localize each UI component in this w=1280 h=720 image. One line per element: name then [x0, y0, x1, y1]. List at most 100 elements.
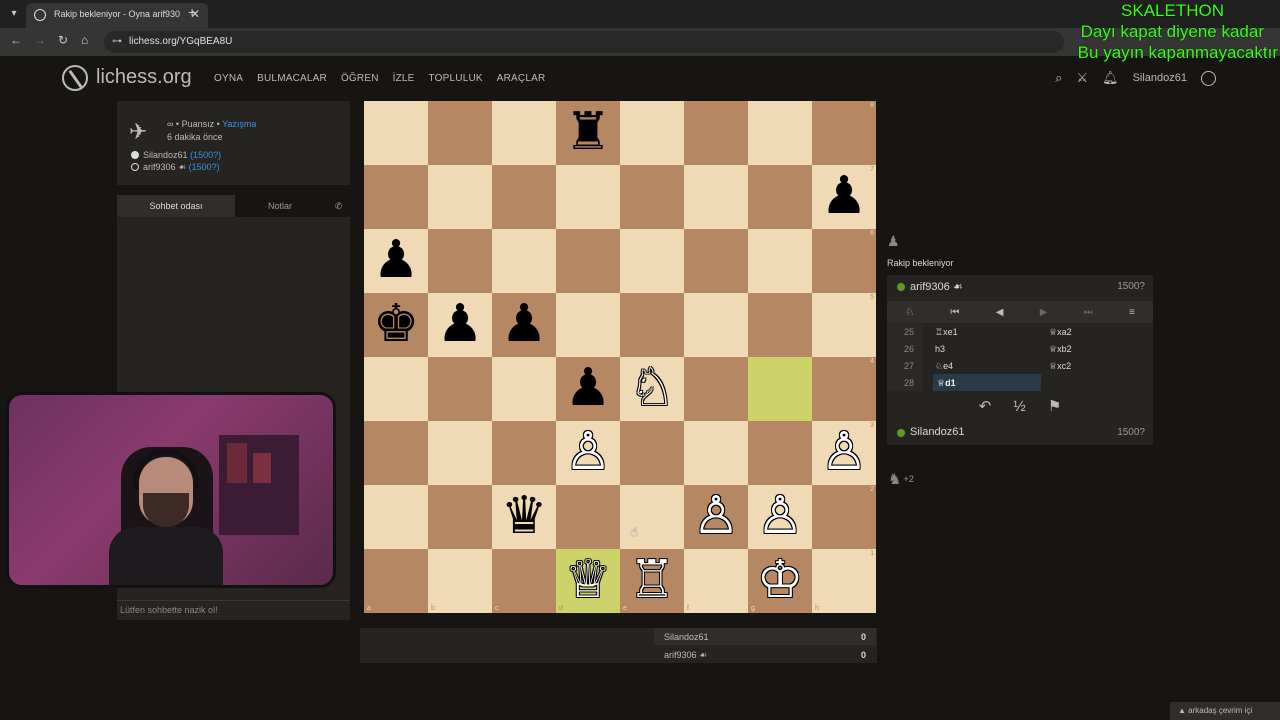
reload-button[interactable]: ↻ — [58, 33, 68, 47]
forward-button[interactable]: → — [34, 33, 46, 47]
square-c5[interactable]: ♟ — [492, 293, 556, 357]
square-d6[interactable] — [556, 229, 620, 293]
white-piece-e1[interactable]: ♖ — [620, 549, 684, 613]
game-player-white[interactable]: Silandoz61 (1500?) — [131, 150, 221, 160]
white-piece-g1[interactable]: ♔ — [748, 549, 812, 613]
browser-tab[interactable]: Rakip bekleniyor - Oyna arif930 ✕ — [26, 3, 208, 28]
square-a1[interactable]: a — [364, 549, 428, 613]
black-piece-b5[interactable]: ♟ — [428, 293, 492, 357]
square-c7[interactable] — [492, 165, 556, 229]
square-c3[interactable] — [492, 421, 556, 485]
white-piece-g2[interactable]: ♙ — [748, 485, 812, 549]
square-b1[interactable]: b — [428, 549, 492, 613]
user-avatar-icon[interactable] — [1201, 70, 1216, 86]
square-g8[interactable] — [748, 101, 812, 165]
square-h7[interactable]: 7 ♟ — [812, 165, 876, 229]
square-a2[interactable] — [364, 485, 428, 549]
black-move[interactable]: ♕xb2 — [1049, 344, 1072, 355]
prev-move-icon[interactable]: ◀ — [996, 307, 1004, 318]
square-f6[interactable] — [684, 229, 748, 293]
square-f2[interactable]: ♙ — [684, 485, 748, 549]
square-d1[interactable]: d ♕ — [556, 549, 620, 613]
square-f1[interactable]: f — [684, 549, 748, 613]
black-piece-d8[interactable]: ♜ — [556, 101, 620, 165]
square-d5[interactable] — [556, 293, 620, 357]
square-h3[interactable]: 3 ♙ — [812, 421, 876, 485]
square-c4[interactable] — [492, 357, 556, 421]
square-h1[interactable]: 1h — [812, 549, 876, 613]
black-piece-a5[interactable]: ♚ — [364, 293, 428, 357]
nav-play[interactable]: OYNA — [214, 73, 243, 84]
square-d8[interactable]: ♜ — [556, 101, 620, 165]
chess-board[interactable]: ♜ 8 7 ♟ ♟ 6 ♚ ♟ ♟ 5 ♟ ♘ 4 ♙ 3 ♙ ♛ ♙ ♙ 2 a b c d ♕ e ♖ f g ♔ 1 h — [364, 101, 876, 613]
square-b7[interactable] — [428, 165, 492, 229]
square-e6[interactable] — [620, 229, 684, 293]
black-piece-c5[interactable]: ♟ — [492, 293, 556, 357]
square-c8[interactable] — [492, 101, 556, 165]
black-move[interactable]: ♕xc2 — [1049, 361, 1071, 372]
nav-learn[interactable]: ÖĞREN — [341, 73, 379, 84]
square-b5[interactable]: ♟ — [428, 293, 492, 357]
takeback-icon[interactable]: ↶ — [979, 397, 992, 415]
white-move[interactable]: ♘e4 — [935, 361, 953, 372]
square-a4[interactable] — [364, 357, 428, 421]
square-a5[interactable]: ♚ — [364, 293, 428, 357]
square-b3[interactable] — [428, 421, 492, 485]
swords-icon[interactable]: ⚔ — [1076, 70, 1088, 86]
nav-community[interactable]: TOPLULUK — [429, 73, 483, 84]
next-move-icon[interactable]: ▶ — [1040, 307, 1048, 318]
square-a3[interactable] — [364, 421, 428, 485]
square-c1[interactable]: c — [492, 549, 556, 613]
white-move[interactable]: ♖xe1 — [935, 327, 958, 338]
nav-tools[interactable]: ARAÇLAR — [497, 73, 546, 84]
square-e4[interactable]: ♘ — [620, 357, 684, 421]
bell-icon[interactable]: 🔔︎ — [1102, 70, 1119, 86]
square-g7[interactable] — [748, 165, 812, 229]
new-tab-button[interactable]: + — [188, 4, 196, 20]
square-f7[interactable] — [684, 165, 748, 229]
square-g5[interactable] — [748, 293, 812, 357]
correspondence-link[interactable]: Yazışma — [222, 119, 256, 129]
square-e1[interactable]: e ♖ — [620, 549, 684, 613]
tab-search-button[interactable]: ▾ — [4, 4, 24, 24]
white-move[interactable]: h3 — [935, 344, 945, 354]
score-player-name[interactable]: arif9306 ☙ — [664, 650, 707, 661]
back-button[interactable]: ← — [10, 33, 22, 47]
square-b2[interactable] — [428, 485, 492, 549]
square-g3[interactable] — [748, 421, 812, 485]
square-d2[interactable] — [556, 485, 620, 549]
first-move-icon[interactable]: ⏮ — [950, 307, 959, 318]
square-b4[interactable] — [428, 357, 492, 421]
site-info-icon[interactable]: ⊶ — [112, 36, 122, 47]
current-move[interactable]: ♕d1 — [933, 374, 1041, 391]
white-piece-d3[interactable]: ♙ — [556, 421, 620, 485]
player-name[interactable]: Silandoz61 — [910, 426, 964, 438]
square-g1[interactable]: g ♔ — [748, 549, 812, 613]
offer-draw-icon[interactable]: ½ — [1013, 398, 1026, 415]
white-piece-e4[interactable]: ♘ — [620, 357, 684, 421]
black-piece-a6[interactable]: ♟ — [364, 229, 428, 293]
user-menu[interactable]: Silandoz61 — [1133, 72, 1187, 84]
nav-watch[interactable]: İZLE — [393, 73, 415, 84]
black-piece-c2[interactable]: ♛ — [492, 485, 556, 549]
square-g2[interactable]: ♙ — [748, 485, 812, 549]
url-field[interactable]: ⊶ lichess.org/YGqBEA8U — [104, 31, 1064, 53]
home-button[interactable]: ⌂ — [81, 33, 88, 47]
square-e8[interactable] — [620, 101, 684, 165]
square-c2[interactable]: ♛ — [492, 485, 556, 549]
square-f8[interactable] — [684, 101, 748, 165]
square-c6[interactable] — [492, 229, 556, 293]
nav-puzzles[interactable]: BULMACALAR — [257, 73, 327, 84]
tab-chat-room[interactable]: Sohbet odası — [117, 195, 235, 217]
square-f4[interactable] — [684, 357, 748, 421]
square-e5[interactable] — [620, 293, 684, 357]
square-g6[interactable] — [748, 229, 812, 293]
square-d7[interactable] — [556, 165, 620, 229]
tab-notes[interactable]: Notlar — [235, 195, 325, 217]
chat-input[interactable]: Lütfen sohbette nazik ol! — [117, 600, 350, 620]
square-a6[interactable]: ♟ — [364, 229, 428, 293]
black-piece-h7[interactable]: ♟ — [812, 165, 876, 229]
square-b6[interactable] — [428, 229, 492, 293]
square-a7[interactable] — [364, 165, 428, 229]
white-piece-h3[interactable]: ♙ — [812, 421, 876, 485]
